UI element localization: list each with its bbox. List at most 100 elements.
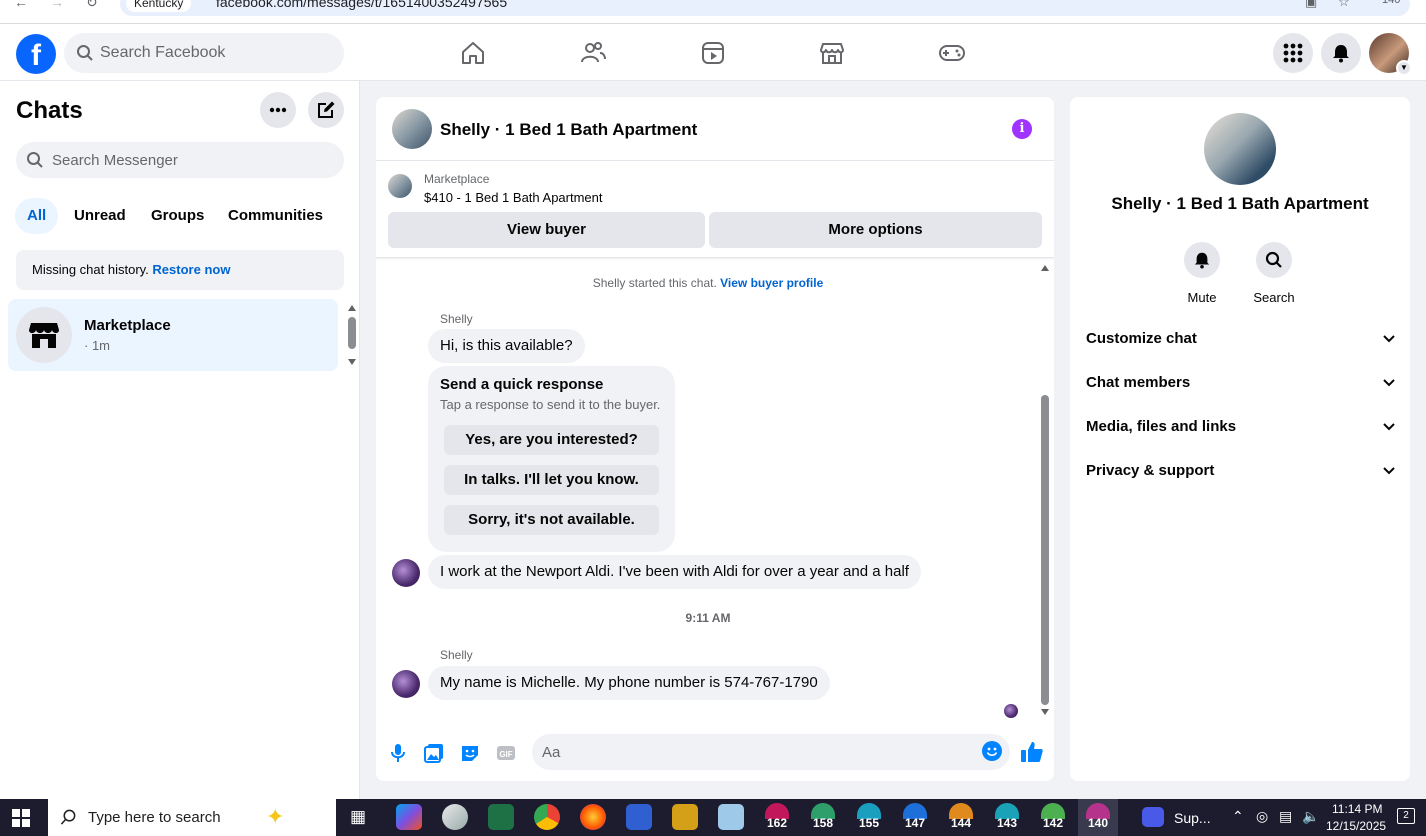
gaming-icon[interactable]: [937, 38, 967, 68]
view-buyer-profile-link[interactable]: View buyer profile: [720, 276, 823, 290]
message-input[interactable]: [542, 734, 962, 770]
message-bubble[interactable]: My name is Michelle. My phone number is …: [428, 666, 830, 700]
conversation-header: Shelly · 1 Bed 1 Bath Apartment i: [376, 97, 1054, 161]
clock-time[interactable]: 11:14 PM: [1332, 802, 1382, 816]
clock-date[interactable]: 12/15/2025: [1326, 819, 1386, 833]
messenger-search-input[interactable]: [52, 142, 332, 178]
url-text[interactable]: facebook.com/messages/t/1651400352497565: [216, 0, 507, 11]
info-icon[interactable]: i: [1012, 119, 1032, 139]
copilot-icon[interactable]: [396, 804, 422, 830]
restore-now-link[interactable]: Restore now: [152, 262, 230, 277]
mute-action[interactable]: Mute: [1172, 242, 1232, 305]
sticker-icon[interactable]: [460, 743, 480, 763]
listing-profile-photo[interactable]: [1204, 113, 1276, 185]
facebook-logo[interactable]: f: [16, 34, 56, 74]
chevron-up-icon[interactable]: ⌃: [1232, 808, 1244, 825]
app-icon[interactable]: [672, 804, 698, 830]
volume-icon[interactable]: 🔈: [1302, 808, 1319, 825]
customize-chat-section[interactable]: Customize chat: [1086, 321, 1396, 357]
taskbar-badge[interactable]: 162: [757, 799, 797, 836]
taskbar-badge[interactable]: 144: [941, 799, 981, 836]
messenger-search[interactable]: [16, 142, 344, 178]
back-icon[interactable]: ←: [14, 0, 28, 10]
taskbar-badge[interactable]: 155: [849, 799, 889, 836]
meet-icon[interactable]: ◎: [1256, 808, 1268, 825]
sender-avatar[interactable]: [392, 559, 420, 587]
notification-center-icon[interactable]: 2: [1397, 808, 1415, 824]
taskbar-search[interactable]: ✦: [48, 799, 336, 836]
chat-list-item[interactable]: Marketplace · 1m: [8, 299, 338, 371]
quick-response-option[interactable]: In talks. I'll let you know.: [444, 465, 659, 495]
app-icon[interactable]: [718, 804, 744, 830]
photo-icon[interactable]: [424, 743, 444, 763]
windows-start-icon[interactable]: [12, 809, 30, 827]
account-avatar[interactable]: ▼: [1369, 33, 1412, 76]
video-icon[interactable]: [698, 38, 728, 68]
profile-label[interactable]: 140: [1382, 0, 1400, 6]
listing-title[interactable]: $410 - 1 Bed 1 Bath Apartment: [424, 190, 603, 205]
shield-app-icon[interactable]: [626, 804, 652, 830]
sender-avatar[interactable]: [392, 670, 420, 698]
scrollbar-thumb[interactable]: [1041, 395, 1049, 705]
search-icon: [77, 45, 93, 61]
view-buyer-button[interactable]: View buyer: [388, 212, 705, 248]
taskbar-app-label[interactable]: Sup...: [1174, 810, 1211, 826]
taskbar-search-input[interactable]: [88, 799, 268, 836]
message-bubble[interactable]: I work at the Newport Aldi. I've been wi…: [428, 555, 921, 589]
filter-groups[interactable]: Groups: [139, 198, 216, 234]
message-bubble[interactable]: Hi, is this available?: [428, 329, 585, 363]
menu-grid-icon[interactable]: [1273, 33, 1313, 73]
network-icon[interactable]: ▤: [1279, 808, 1292, 825]
media-files-links-section[interactable]: Media, files and links: [1086, 409, 1396, 445]
chats-title: Chats: [16, 97, 83, 124]
taskbar-badge[interactable]: 142: [1033, 799, 1073, 836]
marketplace-store-icon: [16, 307, 72, 363]
thumbs-up-icon[interactable]: [1020, 740, 1044, 764]
spreadsheet-app-icon[interactable]: [488, 804, 514, 830]
facebook-search[interactable]: [64, 33, 344, 73]
install-app-icon[interactable]: ▣: [1305, 0, 1317, 10]
site-info-chip[interactable]: Kentucky: [126, 0, 192, 12]
message-input-box[interactable]: [532, 734, 1010, 770]
friends-icon[interactable]: [578, 38, 608, 68]
task-view-icon[interactable]: ▦: [350, 807, 366, 827]
forward-icon[interactable]: →: [50, 0, 64, 10]
quick-response-option[interactable]: Sorry, it's not available.: [444, 505, 659, 535]
more-options-button[interactable]: More options: [709, 212, 1042, 248]
listing-thumbnail[interactable]: [388, 174, 412, 198]
conversation-details-panel: Shelly · 1 Bed 1 Bath Apartment Mute Sea…: [1070, 97, 1410, 781]
more-options-icon[interactable]: [260, 92, 296, 128]
filter-all[interactable]: All: [15, 198, 59, 234]
new-message-icon[interactable]: [308, 92, 344, 128]
conversation-title[interactable]: Shelly · 1 Bed 1 Bath Apartment: [440, 120, 697, 140]
meeting-app-icon[interactable]: [1142, 807, 1164, 827]
taskbar-badge[interactable]: 147: [895, 799, 935, 836]
reload-icon[interactable]: ↻: [86, 0, 98, 11]
app-icon[interactable]: [442, 804, 468, 830]
filter-unread[interactable]: Unread: [62, 198, 138, 234]
listing-avatar[interactable]: [392, 109, 432, 149]
marketplace-icon[interactable]: [817, 38, 847, 68]
taskbar-badge[interactable]: 158: [803, 799, 843, 836]
bookmark-star-icon[interactable]: ☆: [1338, 0, 1350, 10]
chat-members-section[interactable]: Chat members: [1086, 365, 1396, 401]
home-icon[interactable]: [458, 38, 488, 68]
taskbar-badge-active[interactable]: 140: [1078, 799, 1118, 836]
microphone-icon[interactable]: [388, 743, 408, 763]
mute-label: Mute: [1187, 290, 1217, 305]
quick-response-option[interactable]: Yes, are you interested?: [444, 425, 659, 455]
filter-communities[interactable]: Communities: [216, 198, 335, 234]
privacy-support-section[interactable]: Privacy & support: [1086, 453, 1396, 489]
search-action[interactable]: Search: [1244, 242, 1304, 305]
chrome-icon[interactable]: [534, 804, 560, 830]
chevron-down-icon: [1383, 335, 1395, 343]
firefox-icon[interactable]: [580, 804, 606, 830]
facebook-search-input[interactable]: [100, 33, 330, 73]
gif-icon[interactable]: GIF: [496, 743, 516, 763]
taskbar-badge[interactable]: 143: [987, 799, 1027, 836]
notifications-icon[interactable]: [1321, 33, 1361, 73]
emoji-icon[interactable]: [982, 741, 1002, 761]
search-icon: [1256, 242, 1292, 278]
sidebar-scrollbar[interactable]: [346, 301, 358, 369]
address-bar[interactable]: Kentucky facebook.com/messages/t/1651400…: [120, 0, 1410, 16]
